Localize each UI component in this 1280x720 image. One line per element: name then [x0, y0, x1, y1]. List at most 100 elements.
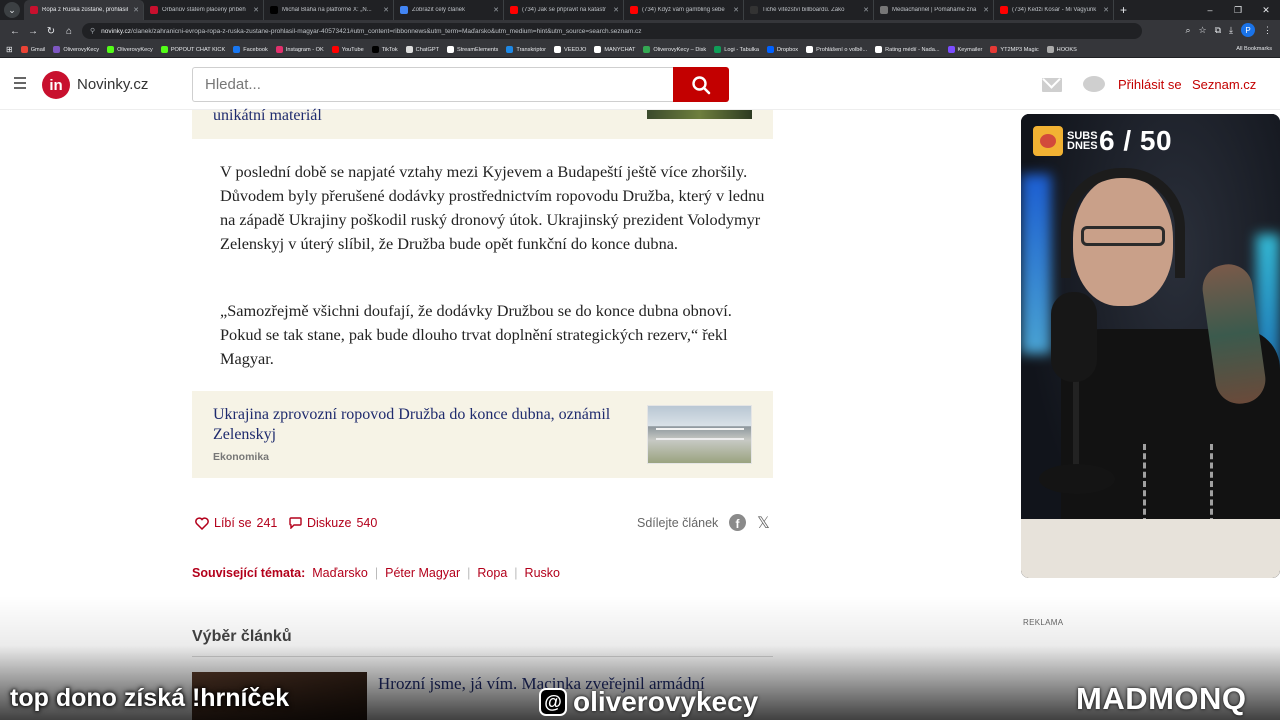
related-article-teaser[interactable]: Ukrajina zprovozní ropovod Družba do kon… [192, 391, 773, 478]
related-topic-link[interactable]: Maďarsko [312, 566, 368, 580]
address-bar[interactable]: ⚲ novinky.cz /clanek/zahranicni-evropa-r… [82, 23, 1142, 39]
related-topic-link[interactable]: Rusko [525, 566, 560, 580]
bookmark-item[interactable]: Dropbox [766, 46, 798, 53]
seznam-link[interactable]: Seznam.cz [1192, 77, 1256, 92]
new-tab-button[interactable]: + [1120, 3, 1127, 17]
bookmark-favicon-icon [554, 46, 561, 53]
browser-tab[interactable]: (734) Když vám gambling sebe ✕ [624, 0, 744, 20]
tab-search-menu-icon[interactable]: ⌄ [4, 2, 20, 18]
teaser-thumbnail[interactable] [647, 405, 752, 464]
bookmark-item[interactable]: Gmail [20, 46, 45, 53]
bookmark-item[interactable]: TikTok [371, 46, 398, 53]
tab-title: Michal Bláha na platformě X: „N... [282, 7, 372, 13]
heart-icon [195, 516, 209, 530]
minimize-icon[interactable]: – [1196, 0, 1224, 20]
extensions-icon[interactable]: ⧉ [1215, 25, 1221, 36]
restore-icon[interactable]: ❐ [1224, 0, 1252, 20]
bookmark-item[interactable]: VEEDJO [554, 46, 586, 53]
search-button[interactable] [673, 67, 729, 102]
teaser-title[interactable]: Ukrajina zprovozní ropovod Družba do kon… [213, 405, 613, 445]
bookmark-item[interactable]: Instagram - OK [275, 46, 324, 53]
bookmark-item[interactable]: Logi - Tabulka [714, 46, 759, 53]
tab-close-icon[interactable]: ✕ [253, 6, 259, 14]
home-icon[interactable]: ⌂ [60, 26, 78, 37]
url-host: novinky.cz [101, 27, 132, 35]
teaser-category: Ekonomika [213, 451, 270, 463]
bookmark-item[interactable]: OliverovyKecy [107, 46, 153, 53]
tab-close-icon[interactable]: ✕ [613, 6, 619, 14]
download-icon[interactable]: ⤓ [1229, 25, 1233, 36]
teaser-top-title[interactable]: unikátní materiál [213, 107, 322, 125]
tab-close-icon[interactable]: ✕ [733, 6, 739, 14]
search-input[interactable] [192, 67, 674, 102]
hamburger-menu-icon[interactable] [14, 77, 26, 92]
facebook-share-icon[interactable]: f [729, 514, 746, 531]
browser-tab[interactable]: (734) Jak se připravit na katastr ✕ [504, 0, 624, 20]
bookmark-item[interactable]: Transkriptor [506, 46, 546, 53]
tab-favicon-icon [880, 6, 888, 14]
site-name[interactable]: Novinky.cz [77, 76, 148, 93]
site-info-icon[interactable]: ⚲ [90, 27, 95, 35]
tab-close-icon[interactable]: ✕ [133, 6, 139, 14]
close-window-icon[interactable]: ✕ [1252, 0, 1280, 20]
tab-close-icon[interactable]: ✕ [983, 6, 989, 14]
back-icon[interactable]: ← [6, 26, 24, 37]
bookmark-item[interactable]: POPOUT CHAT KICK [160, 46, 225, 53]
browser-tab[interactable]: Orbánův státem placený příběh ✕ [144, 0, 264, 20]
sponsor-logo: MADMONQ [1076, 681, 1247, 716]
bookmark-item[interactable]: Facebook [233, 46, 268, 53]
tab-close-icon[interactable]: ✕ [493, 6, 499, 14]
bookmark-item[interactable]: Keymailer [947, 46, 982, 53]
like-button[interactable]: Líbí se 241 [195, 516, 277, 530]
bookmark-star-icon[interactable]: ☆ [1199, 25, 1207, 36]
browser-tab[interactable]: (734) Kedži Kosár - Mi Vagyunk ✕ [994, 0, 1114, 20]
section-title: Výběr článků [192, 628, 292, 645]
tab-list: Ropa z Ruska zůstane, prohlásil ✕ Orbánův … [24, 0, 1114, 20]
browser-tab[interactable]: Mediachannel | Pomáháme zna ✕ [874, 0, 994, 20]
chat-icon[interactable] [1083, 76, 1105, 92]
forward-icon[interactable]: → [24, 26, 42, 37]
bookmark-label: VEEDJO [564, 46, 587, 53]
browser-tab[interactable]: Michal Bláha na platformě X: „N... ✕ [264, 0, 394, 20]
login-link[interactable]: Přihlásit se [1118, 77, 1182, 92]
reload-icon[interactable]: ↻ [42, 26, 60, 37]
bookmark-favicon-icon [20, 46, 28, 53]
bookmark-item[interactable]: ChatGPT [405, 46, 439, 53]
related-article-teaser-top[interactable]: unikátní materiál [192, 107, 773, 139]
bookmark-label: Logi - Tabulka [724, 46, 759, 53]
tab-close-icon[interactable]: ✕ [383, 6, 389, 14]
browser-tab[interactable]: Tiché vítězství billboardů. Záko ✕ [744, 0, 874, 20]
tab-close-icon[interactable]: ✕ [863, 6, 869, 14]
related-topic-link[interactable]: Péter Magyar [385, 566, 460, 580]
apps-icon[interactable]: ⊞ [6, 45, 13, 54]
profile-avatar[interactable]: P [1241, 23, 1255, 37]
bookmark-favicon-icon [506, 46, 514, 53]
all-bookmarks-link[interactable]: All Bookmarks [1236, 46, 1272, 52]
x-share-icon[interactable]: 𝕏 [757, 513, 770, 533]
bookmark-item[interactable]: HOOKS [1046, 46, 1077, 53]
bookmark-item[interactable]: Prohlášení o volbě... [806, 46, 867, 53]
tab-title: Tiché vítězství billboardů. Záko [762, 7, 845, 13]
zoom-icon[interactable]: ⌕ [1185, 25, 1190, 36]
tab-close-icon[interactable]: ✕ [1103, 6, 1109, 14]
bookmark-item[interactable]: StreamElements [447, 46, 498, 53]
browser-tab[interactable]: Zobrazit celý článek ✕ [394, 0, 504, 20]
browser-tab[interactable]: Ropa z Ruska zůstane, prohlásil ✕ [24, 0, 144, 20]
bookmark-item[interactable]: Rating médií - Nada... [875, 46, 940, 53]
discussion-button[interactable]: Diskuze 540 [289, 516, 377, 530]
bookmark-item[interactable]: OliverovyKecy – Disk [643, 46, 706, 53]
bookmark-item[interactable]: OliverovyKecy [53, 46, 99, 53]
bookmark-favicon-icon [233, 46, 241, 53]
bookmark-item[interactable]: MANYCHAT [594, 46, 635, 53]
bookmark-item[interactable]: YT2MP3 Magic [990, 46, 1039, 53]
teaser-top-thumbnail [647, 110, 752, 119]
related-topic-link[interactable]: Ropa [477, 566, 507, 580]
browser-menu-icon[interactable]: ⋮ [1263, 25, 1272, 36]
tab-favicon-icon [30, 6, 38, 14]
search-icon [692, 75, 711, 94]
bookmark-item[interactable]: YouTube [331, 46, 364, 53]
novinky-logo[interactable]: in [42, 71, 70, 99]
bookmarks-bar: ⊞ Gmail OliverovyKecy OliverovyKecy POPOUT … [0, 42, 1280, 58]
mail-icon[interactable] [1042, 78, 1062, 92]
bookmark-favicon-icon [947, 46, 955, 53]
